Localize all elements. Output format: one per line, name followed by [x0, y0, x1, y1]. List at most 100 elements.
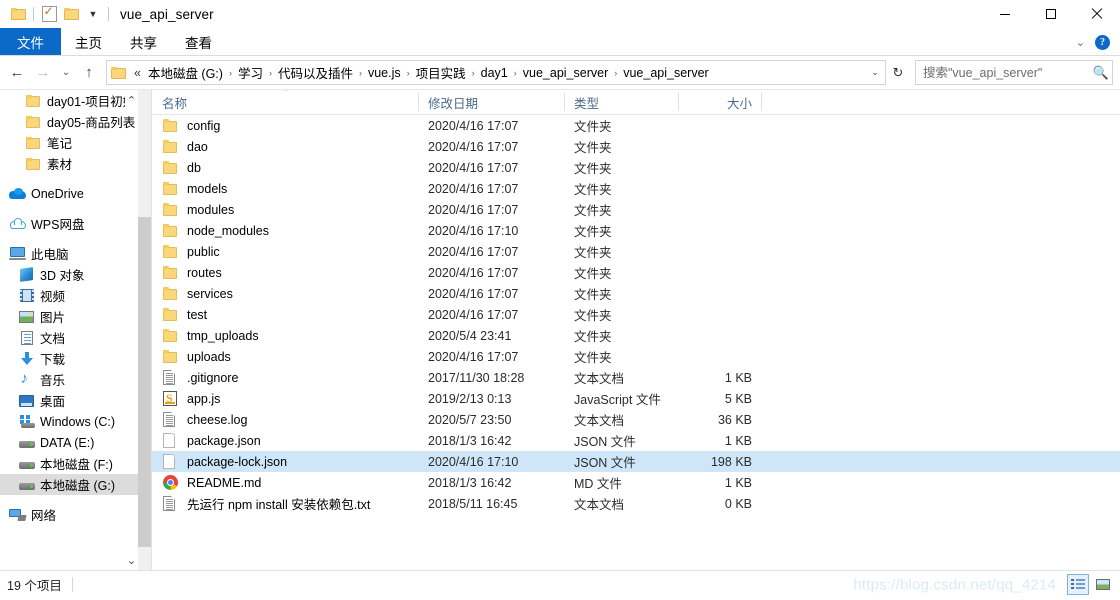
table-row[interactable]: public 2020/4/16 17:07 文件夹 [152, 241, 1120, 262]
tab-view[interactable]: 查看 [171, 28, 226, 56]
table-row[interactable]: package-lock.json 2020/4/16 17:10 JSON 文件 1… [152, 451, 1120, 472]
table-row[interactable]: routes 2020/4/16 17:07 文件夹 [152, 262, 1120, 283]
table-row[interactable]: 先运行 npm install 安装依赖包.txt 2018/5/11 16:45… [152, 493, 1120, 514]
nav-group-gap [0, 174, 138, 183]
sidebar-item-label: 音乐 [40, 374, 66, 388]
new-folder-icon[interactable] [60, 3, 82, 25]
sidebar-item-2[interactable]: 笔记 [0, 132, 138, 153]
column-header-filler[interactable] [761, 90, 1120, 114]
breadcrumb-chevron-5[interactable]: › [512, 68, 519, 78]
sidebar-item-7[interactable]: 3D 对象 [0, 264, 138, 285]
breadcrumb-item-7[interactable]: vue_api_server [619, 65, 712, 81]
table-row[interactable]: package.json 2018/1/3 16:42 JSON 文件 1 KB [152, 430, 1120, 451]
properties-icon[interactable] [38, 3, 60, 25]
sidebar-item-0[interactable]: day01-项目初始 [0, 90, 138, 111]
table-row[interactable]: services 2020/4/16 17:07 文件夹 [152, 283, 1120, 304]
table-row[interactable]: uploads 2020/4/16 17:07 文件夹 [152, 346, 1120, 367]
tab-share[interactable]: 共享 [116, 28, 171, 56]
sidebar-item-10[interactable]: 文档 [0, 327, 138, 348]
table-row[interactable]: .gitignore 2017/11/30 18:28 文本文档 1 KB [152, 367, 1120, 388]
navigation-scrollbar[interactable] [138, 90, 151, 570]
recent-locations-chevron-down-icon[interactable]: ⌄ [56, 60, 76, 86]
breadcrumb-item-4[interactable]: 项目实践 [412, 62, 470, 83]
breadcrumb-item-5[interactable]: day1 [477, 65, 512, 81]
breadcrumb-chevron-3[interactable]: › [405, 68, 412, 78]
minimize-button[interactable] [982, 0, 1028, 28]
sidebar-item-12[interactable]: ♪ 音乐 [0, 369, 138, 390]
breadcrumb-item-2[interactable]: 代码以及插件 [274, 62, 357, 83]
ribbon-right-controls: ⌄ ? [1076, 28, 1116, 56]
sidebar-item-14[interactable]: Windows (C:) [0, 411, 138, 432]
tab-file[interactable]: 文件 [0, 28, 61, 56]
sidebar-item-4[interactable]: OneDrive [0, 183, 138, 204]
table-row[interactable]: node_modules 2020/4/16 17:10 文件夹 [152, 220, 1120, 241]
sidebar-item-13[interactable]: 桌面 [0, 390, 138, 411]
table-row[interactable]: config 2020/4/16 17:07 文件夹 [152, 115, 1120, 136]
file-name-label: public [187, 244, 220, 259]
customize-qat-chevron-down-icon[interactable]: ▼ [82, 3, 104, 25]
breadcrumb-dropdown-chevron-down-icon[interactable]: ⌄ [865, 62, 885, 83]
ribbon-expand-chevron-down-icon[interactable]: ⌄ [1076, 36, 1085, 49]
file-name-cell: db [152, 161, 418, 175]
sidebar-item-5[interactable]: WPS网盘 [0, 213, 138, 234]
table-row[interactable]: test 2020/4/16 17:07 文件夹 [152, 304, 1120, 325]
refresh-button[interactable]: ↻ [886, 61, 910, 84]
breadcrumb-chevron-4[interactable]: › [470, 68, 477, 78]
file-name-cell: public [152, 245, 418, 259]
table-row[interactable]: db 2020/4/16 17:07 文件夹 [152, 157, 1120, 178]
table-row[interactable]: README.md 2018/1/3 16:42 MD 文件 1 KB [152, 472, 1120, 493]
downloads-icon [17, 351, 36, 366]
file-name-cell: tmp_uploads [152, 329, 418, 343]
tab-home[interactable]: 主页 [61, 28, 116, 56]
table-row[interactable]: modules 2020/4/16 17:07 文件夹 [152, 199, 1120, 220]
table-row[interactable]: app.js 2019/2/13 0:13 JavaScript 文件 5 KB [152, 388, 1120, 409]
breadcrumb-item-1[interactable]: 学习 [234, 62, 267, 83]
breadcrumb-chevron-6[interactable]: › [612, 68, 619, 78]
sidebar-item-17[interactable]: 本地磁盘 (G:) [0, 474, 138, 495]
sidebar-item-11[interactable]: 下载 [0, 348, 138, 369]
breadcrumb-chevron-0[interactable]: › [227, 68, 234, 78]
file-explorer-window: ▼ vue_api_server 文件 主页 共享 查看 ⌄ ? ← → ⌄ ↑… [0, 0, 1120, 600]
breadcrumb-chevron-1[interactable]: › [267, 68, 274, 78]
up-button[interactable]: ↑ [76, 60, 102, 86]
table-row[interactable]: tmp_uploads 2020/5/4 23:41 文件夹 [152, 325, 1120, 346]
maximize-button[interactable] [1028, 0, 1074, 28]
search-icon[interactable]: 🔍 [1090, 65, 1112, 81]
help-icon[interactable]: ? [1095, 34, 1110, 50]
breadcrumb-item-0[interactable]: 本地磁盘 (G:) [144, 62, 227, 83]
sidebar-item-9[interactable]: 图片 [0, 306, 138, 327]
sidebar-item-1[interactable]: day05-商品列表 [0, 111, 138, 132]
breadcrumb-overflow-icon[interactable]: « [131, 66, 144, 80]
column-header-type[interactable]: 类型 [564, 90, 678, 114]
forward-button[interactable]: → [30, 60, 56, 86]
sidebar-item-3[interactable]: 素材 [0, 153, 138, 174]
column-header-date[interactable]: 修改日期 [418, 90, 564, 114]
large-icons-view-button[interactable] [1092, 574, 1114, 595]
search-box[interactable]: 🔍 [915, 60, 1113, 85]
file-date-cell: 2020/4/16 17:07 [428, 307, 519, 322]
back-button[interactable]: ← [4, 60, 30, 86]
navigation-scrollbar-thumb[interactable] [138, 217, 151, 547]
nav-scroll-up-icon[interactable]: ⌃ [125, 90, 138, 110]
breadcrumb-chevron-2[interactable]: › [357, 68, 364, 78]
table-row[interactable]: cheese.log 2020/5/7 23:50 文本文档 36 KB [152, 409, 1120, 430]
column-header-name[interactable]: 名称 ⌃ [152, 90, 418, 114]
folder-icon [24, 115, 43, 128]
details-view-button[interactable] [1067, 574, 1089, 595]
breadcrumb[interactable]: « 本地磁盘 (G:) › 学习 › 代码以及插件 › vue.js › 项目实… [106, 60, 886, 85]
sidebar-item-6[interactable]: 此电脑 [0, 243, 138, 264]
sidebar-item-15[interactable]: DATA (E:) [0, 432, 138, 453]
close-button[interactable] [1074, 0, 1120, 28]
table-row[interactable]: dao 2020/4/16 17:07 文件夹 [152, 136, 1120, 157]
search-input[interactable] [916, 65, 1090, 80]
breadcrumb-item-3[interactable]: vue.js [364, 65, 405, 81]
explorer-folder-icon[interactable] [7, 3, 29, 25]
table-row[interactable]: models 2020/4/16 17:07 文件夹 [152, 178, 1120, 199]
nav-scroll-down-icon[interactable]: ⌄ [125, 550, 138, 570]
sidebar-item-16[interactable]: 本地磁盘 (F:) [0, 453, 138, 474]
breadcrumb-item-6[interactable]: vue_api_server [519, 65, 612, 81]
desktop-icon [17, 394, 36, 407]
sidebar-item-8[interactable]: 视频 [0, 285, 138, 306]
column-header-size[interactable]: 大小 [678, 90, 761, 114]
sidebar-item-18[interactable]: 网络 [0, 504, 138, 525]
